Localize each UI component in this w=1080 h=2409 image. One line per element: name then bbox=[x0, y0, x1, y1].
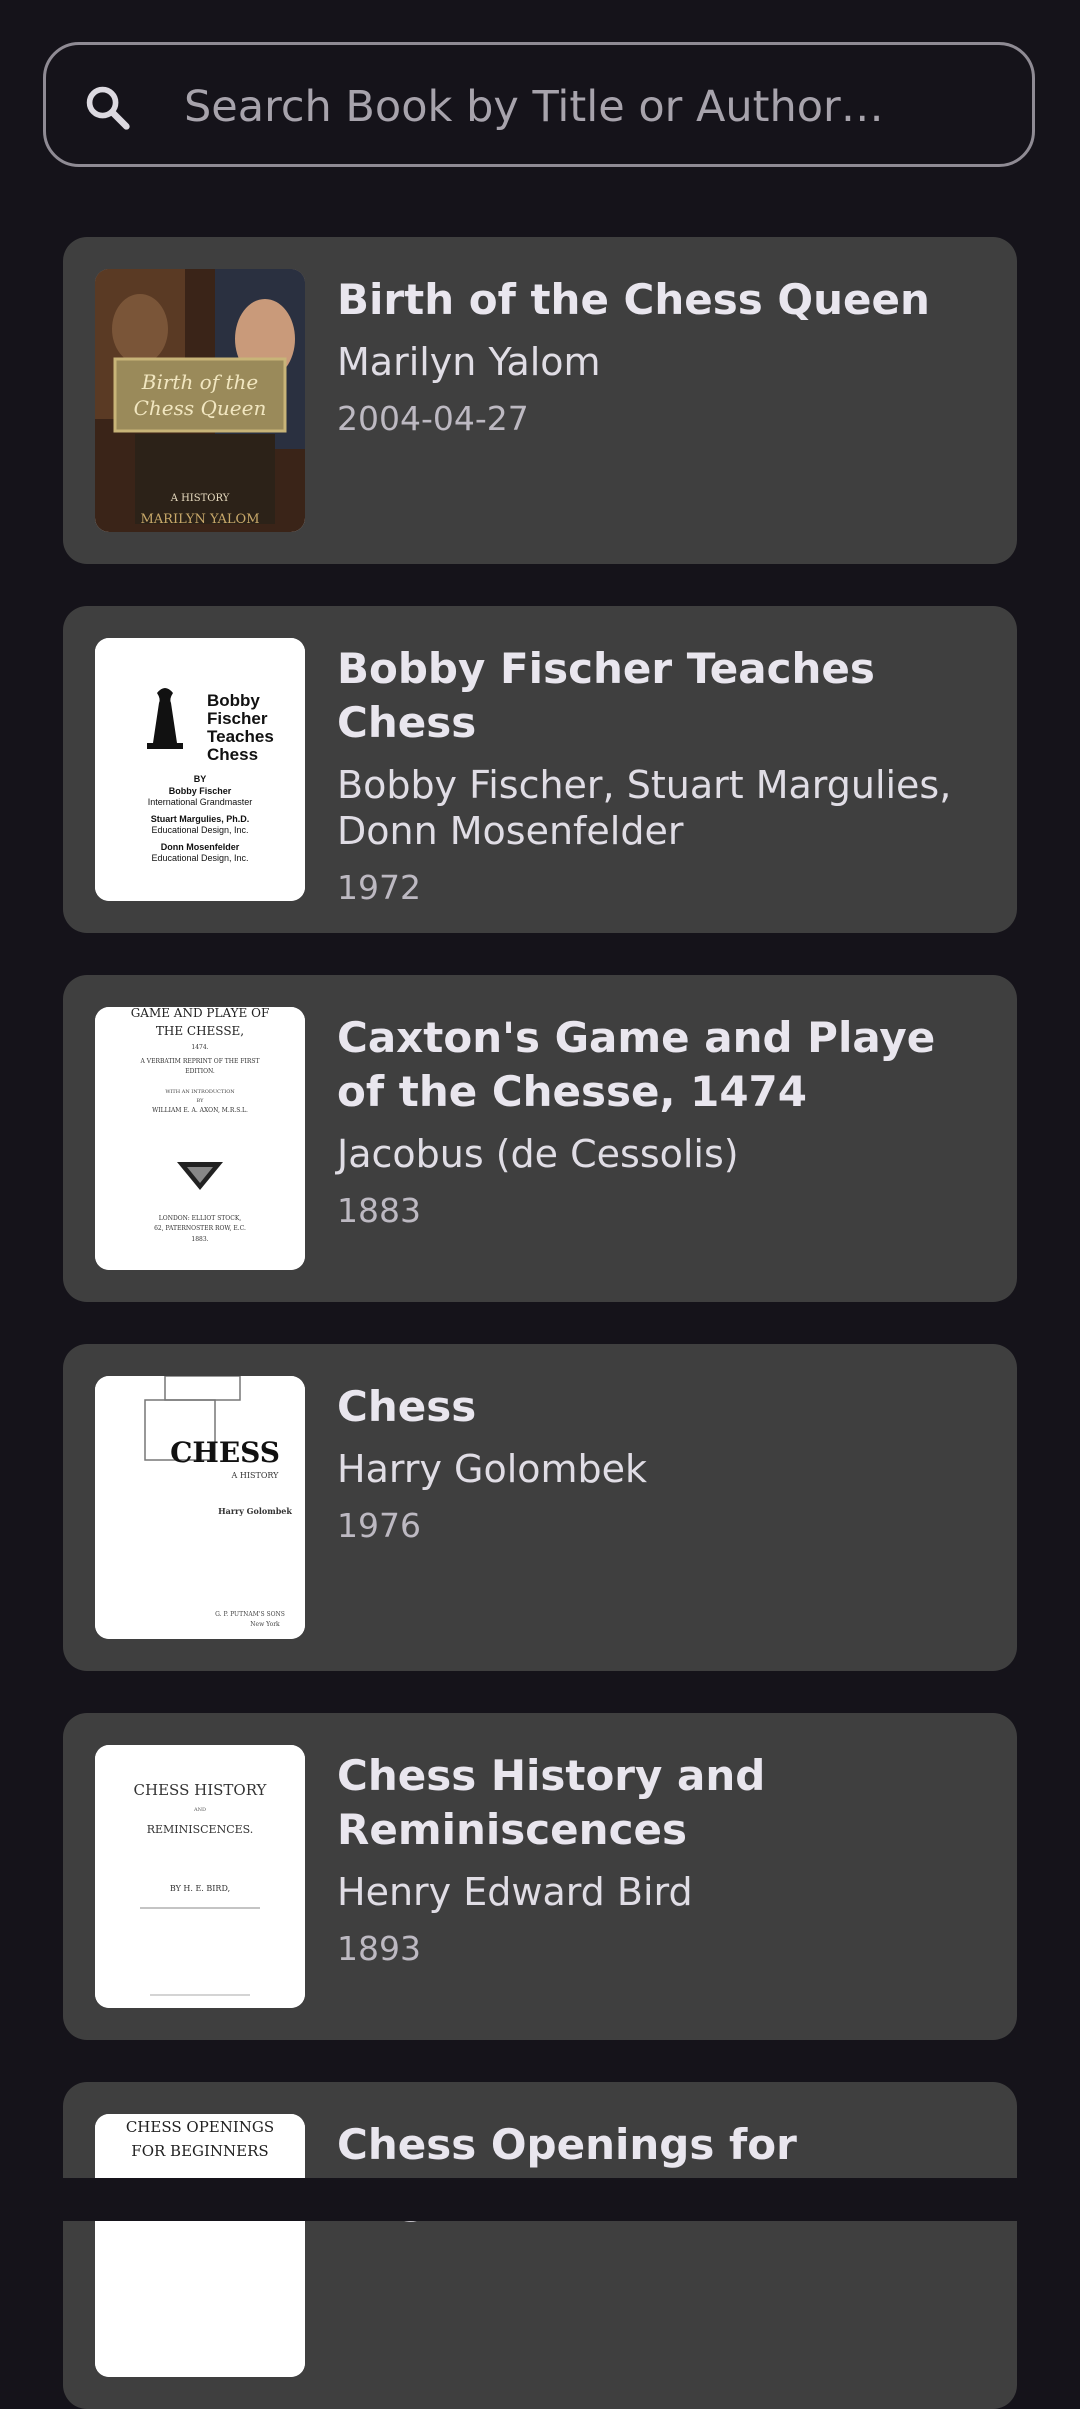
svg-text:LONDON: ELLIOT STOCK,: LONDON: ELLIOT STOCK, bbox=[159, 1215, 241, 1222]
book-cover: CHESS HISTORY AND REMINISCENCES. BY H. E… bbox=[95, 1745, 305, 2008]
book-cover: CHESS OPENINGS FOR BEGINNERS bbox=[95, 2114, 305, 2377]
svg-text:THE CHESSE,: THE CHESSE, bbox=[156, 1024, 244, 1038]
svg-text:Harry Golombek: Harry Golombek bbox=[218, 1506, 292, 1516]
svg-text:EDITION.: EDITION. bbox=[185, 1068, 215, 1075]
book-date: 1893 bbox=[337, 1929, 421, 1968]
svg-text:G. P. PUTNAM'S SONS: G. P. PUTNAM'S SONS bbox=[215, 1611, 285, 1618]
search-icon bbox=[86, 86, 130, 130]
svg-text:A VERBATIM REPRINT OF THE FIRS: A VERBATIM REPRINT OF THE FIRST bbox=[140, 1058, 260, 1065]
svg-text:Donn Mosenfelder: Donn Mosenfelder bbox=[161, 842, 240, 852]
book-date: 1883 bbox=[337, 1191, 421, 1230]
svg-text:Fischer: Fischer bbox=[207, 709, 268, 728]
svg-text:FOR BEGINNERS: FOR BEGINNERS bbox=[131, 2142, 268, 2160]
search-input[interactable] bbox=[182, 65, 1006, 149]
search-bar[interactable] bbox=[43, 42, 1035, 167]
svg-text:WILLIAM E. A. AXON, M.R.S.L.: WILLIAM E. A. AXON, M.R.S.L. bbox=[152, 1107, 248, 1114]
svg-text:CHESS HISTORY: CHESS HISTORY bbox=[134, 1781, 268, 1799]
cover-text: Birth of the bbox=[141, 370, 258, 394]
cover-text: MARILYN YALOM bbox=[140, 512, 259, 527]
svg-text:Teaches: Teaches bbox=[207, 727, 274, 746]
svg-text:BY: BY bbox=[194, 774, 207, 784]
svg-text:AND: AND bbox=[193, 1807, 206, 1813]
svg-text:GAME AND PLAYE OF: GAME AND PLAYE OF bbox=[131, 1007, 270, 1020]
book-cover: CHESS A HISTORY Harry Golombek G. P. PUT… bbox=[95, 1376, 305, 1639]
svg-text:International Grandmaster: International Grandmaster bbox=[148, 797, 253, 807]
svg-text:WITH AN INTRODUCTION: WITH AN INTRODUCTION bbox=[165, 1089, 235, 1095]
book-cover: Bobby Fischer Teaches Chess BY Bobby Fis… bbox=[95, 638, 305, 901]
book-card[interactable]: Bobby Fischer Teaches Chess BY Bobby Fis… bbox=[63, 606, 1017, 933]
book-card[interactable]: CHESS A HISTORY Harry Golombek G. P. PUT… bbox=[63, 1344, 1017, 1671]
svg-text:1883.: 1883. bbox=[191, 1236, 208, 1243]
cover-text: Chess Queen bbox=[134, 396, 267, 420]
book-cover: GAME AND PLAYE OF THE CHESSE, 1474. A VE… bbox=[95, 1007, 305, 1270]
svg-text:62, PATERNOSTER ROW, E.C.: 62, PATERNOSTER ROW, E.C. bbox=[154, 1225, 246, 1232]
book-author: Henry Edward Bird bbox=[337, 1870, 693, 1914]
svg-text:Stuart Margulies, Ph.D.: Stuart Margulies, Ph.D. bbox=[151, 814, 250, 824]
book-author: Marilyn Yalom bbox=[337, 340, 601, 384]
svg-text:New York: New York bbox=[250, 1621, 280, 1628]
svg-text:CHESS: CHESS bbox=[170, 1436, 280, 1469]
book-author: Bobby Fischer, Stuart Margulies, Donn Mo… bbox=[337, 763, 952, 853]
book-date: 2004-04-27 bbox=[337, 399, 529, 438]
svg-text:CHESS OPENINGS: CHESS OPENINGS bbox=[126, 2118, 274, 2136]
book-author: Harry Golombek bbox=[337, 1447, 648, 1491]
book-date: 1972 bbox=[337, 868, 421, 907]
book-title: Caxton's Game and Playe of the Chesse, 1… bbox=[337, 1013, 936, 1116]
book-title: Chess History and Reminiscences bbox=[337, 1751, 766, 1854]
svg-text:Bobby: Bobby bbox=[207, 691, 260, 710]
book-card[interactable]: CHESS HISTORY AND REMINISCENCES. BY H. E… bbox=[63, 1713, 1017, 2040]
svg-text:REMINISCENCES.: REMINISCENCES. bbox=[147, 1823, 254, 1836]
book-card[interactable]: Birth of the Chess Queen A HISTORY MARIL… bbox=[63, 237, 1017, 564]
book-title: Chess bbox=[337, 1382, 477, 1431]
svg-text:BY H. E. BIRD,: BY H. E. BIRD, bbox=[170, 1884, 230, 1893]
book-card[interactable]: CHESS OPENINGS FOR BEGINNERS Chess Openi… bbox=[63, 2082, 1017, 2409]
svg-text:Educational Design, Inc.: Educational Design, Inc. bbox=[151, 853, 248, 863]
svg-text:Educational Design, Inc.: Educational Design, Inc. bbox=[151, 825, 248, 835]
book-date: 1976 bbox=[337, 1506, 421, 1545]
svg-text:Chess: Chess bbox=[207, 745, 258, 764]
book-title: Bobby Fischer Teaches Chess bbox=[337, 644, 875, 747]
svg-text:Bobby Fischer: Bobby Fischer bbox=[169, 786, 232, 796]
book-author: Jacobus (de Cessolis) bbox=[337, 1132, 739, 1176]
svg-text:A HISTORY: A HISTORY bbox=[231, 1471, 280, 1480]
svg-text:BY: BY bbox=[197, 1098, 205, 1104]
book-cover: Birth of the Chess Queen A HISTORY MARIL… bbox=[95, 269, 305, 532]
svg-text:1474.: 1474. bbox=[191, 1044, 208, 1051]
book-title: Birth of the Chess Queen bbox=[337, 275, 930, 324]
screen-bottom-edge bbox=[0, 2178, 1080, 2221]
cover-text: A HISTORY bbox=[170, 493, 230, 504]
book-card[interactable]: GAME AND PLAYE OF THE CHESSE, 1474. A VE… bbox=[63, 975, 1017, 1302]
